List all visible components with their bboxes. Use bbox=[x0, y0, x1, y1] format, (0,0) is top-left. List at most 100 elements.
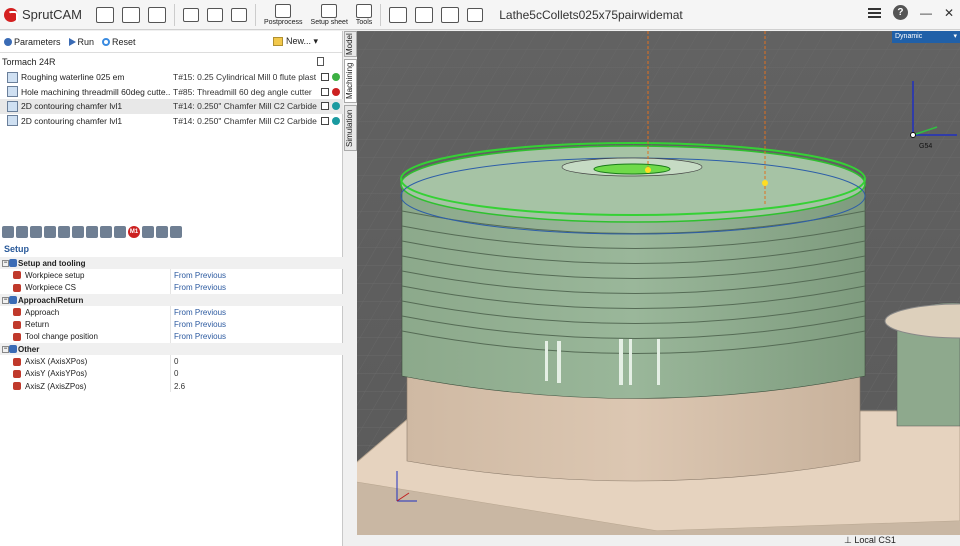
chart-icon bbox=[441, 6, 460, 23]
operation-row[interactable]: 2D contouring chamfer lvl1 T#14: 0.250" C… bbox=[0, 99, 343, 114]
feed-icon[interactable] bbox=[58, 226, 70, 238]
property-group[interactable]: − Other bbox=[0, 343, 343, 356]
gauge-icon[interactable] bbox=[114, 226, 126, 238]
property-group[interactable]: − Approach/Return bbox=[0, 293, 343, 307]
property-icon bbox=[13, 357, 21, 366]
property-name: AxisY (AxisYPos) bbox=[25, 369, 88, 379]
3d-viewport[interactable]: Dynamic ▾ G54 bbox=[357, 31, 960, 535]
postprocess-button[interactable]: Postprocess bbox=[264, 1, 303, 29]
status-indicator-icon bbox=[332, 102, 340, 111]
property-row[interactable]: Workpiece setup From Previous bbox=[0, 269, 343, 282]
property-icon bbox=[13, 382, 21, 391]
property-row[interactable]: Return From Previous bbox=[0, 318, 343, 331]
run-button[interactable]: Run bbox=[68, 37, 94, 47]
parameters-button[interactable]: Parameters bbox=[4, 37, 61, 47]
property-value[interactable]: 2.6 bbox=[174, 382, 185, 391]
close-icon[interactable]: ✕ bbox=[944, 6, 954, 20]
menu-icon[interactable] bbox=[867, 7, 881, 18]
property-row[interactable]: Approach From Previous bbox=[0, 306, 343, 319]
tool-tip-1 bbox=[645, 167, 651, 173]
property-row[interactable]: AxisX (AxisXPos) 0 bbox=[0, 355, 343, 368]
operations-list: Roughing waterline 025 em T#15: 0.25 Cyli… bbox=[0, 70, 343, 128]
operation-type-icon bbox=[7, 115, 18, 127]
collapse-icon[interactable]: − bbox=[2, 259, 9, 267]
setup-sheet-icon bbox=[321, 3, 338, 18]
operation-row[interactable]: Roughing waterline 025 em T#15: 0.25 Cyli… bbox=[0, 70, 343, 85]
property-value[interactable]: From Previous bbox=[174, 332, 226, 341]
fixture-icon[interactable] bbox=[142, 226, 154, 238]
property-value[interactable]: From Previous bbox=[174, 320, 226, 329]
property-value[interactable]: From Previous bbox=[174, 308, 226, 317]
tab-model[interactable]: Model bbox=[344, 31, 357, 57]
no-icon[interactable] bbox=[30, 226, 42, 238]
operation-type-icon bbox=[7, 100, 18, 112]
document-icon[interactable] bbox=[317, 57, 324, 66]
workpiece-icon[interactable] bbox=[16, 226, 28, 238]
operations-panel: Parameters Run Reset New... ▾ Tormach 24… bbox=[0, 31, 343, 546]
view-mode-dropdown[interactable]: Dynamic ▾ bbox=[892, 31, 960, 43]
new-operation-button[interactable]: New... ▾ bbox=[272, 36, 318, 47]
links-icon[interactable] bbox=[72, 226, 84, 238]
column-divider bbox=[170, 367, 171, 380]
status-indicator-icon bbox=[332, 73, 340, 82]
operation-checkbox[interactable] bbox=[321, 87, 329, 96]
operation-row[interactable]: Hole machining threadmill 60deg cutte...… bbox=[0, 85, 343, 100]
operation-name: 2D contouring chamfer lvl1 bbox=[21, 115, 123, 126]
stock-icon[interactable] bbox=[156, 226, 168, 238]
m1-icon[interactable]: M1 bbox=[128, 226, 140, 238]
new-file-button[interactable] bbox=[96, 1, 114, 29]
minimize-icon[interactable]: — bbox=[920, 6, 932, 20]
text-button[interactable] bbox=[467, 1, 484, 29]
collapse-icon[interactable]: − bbox=[2, 296, 9, 304]
save-file-icon bbox=[148, 6, 166, 23]
operation-row[interactable]: 2D contouring chamfer lvl1 T#14: 0.250" C… bbox=[0, 114, 343, 129]
machine-button[interactable] bbox=[183, 1, 199, 29]
operation-tool: T#14: 0.250" Chamfer Mill C2 Carbide bbox=[173, 101, 317, 112]
display-button[interactable] bbox=[389, 1, 408, 29]
property-row[interactable]: AxisZ (AxisZPos) 2.6 bbox=[0, 379, 343, 393]
strategy-icon[interactable] bbox=[44, 226, 56, 238]
property-row[interactable]: Workpiece CS From Previous bbox=[0, 281, 343, 294]
measure-button[interactable] bbox=[231, 1, 247, 29]
setup-icon[interactable] bbox=[2, 226, 14, 238]
open-file-button[interactable] bbox=[122, 1, 140, 29]
property-row[interactable]: Tool change position From Previous bbox=[0, 330, 343, 344]
property-icon bbox=[9, 345, 17, 354]
stages-icon[interactable] bbox=[100, 226, 112, 238]
save-file-button[interactable] bbox=[148, 1, 166, 29]
tool-holder-icon[interactable] bbox=[86, 226, 98, 238]
operation-checkbox[interactable] bbox=[321, 73, 329, 82]
tools-button[interactable]: Tools bbox=[356, 1, 372, 29]
part-top-face bbox=[400, 145, 866, 223]
tab-machining[interactable]: Machining bbox=[344, 59, 357, 103]
toolpath-button[interactable] bbox=[415, 1, 434, 29]
property-row[interactable]: AxisY (AxisYPos) 0 bbox=[0, 367, 343, 380]
property-value[interactable]: 0 bbox=[174, 369, 178, 378]
operation-checkbox[interactable] bbox=[321, 102, 329, 111]
property-group[interactable]: − Setup and tooling bbox=[0, 257, 343, 270]
reset-button[interactable]: Reset bbox=[102, 37, 136, 47]
simulation-icon[interactable] bbox=[170, 226, 182, 238]
operation-checkbox[interactable] bbox=[321, 116, 329, 125]
tool-tip-2 bbox=[762, 180, 768, 186]
setup-sheet-button[interactable]: Setup sheet bbox=[311, 1, 348, 29]
property-name: Approach/Return bbox=[18, 295, 84, 305]
property-value[interactable]: From Previous bbox=[174, 271, 226, 280]
new-folder-icon bbox=[272, 37, 283, 47]
tools-icon bbox=[356, 3, 373, 18]
property-icon bbox=[13, 332, 21, 341]
help-icon[interactable]: ? bbox=[892, 5, 908, 20]
property-value[interactable]: 0 bbox=[174, 357, 178, 366]
property-value[interactable]: From Previous bbox=[174, 283, 226, 292]
property-icon bbox=[13, 271, 21, 280]
toolbar-divider bbox=[380, 3, 382, 26]
property-icon bbox=[9, 259, 17, 268]
tool-button[interactable] bbox=[207, 1, 223, 29]
property-name: Return bbox=[25, 320, 50, 330]
tab-simulation[interactable]: Simulation bbox=[344, 105, 357, 151]
reset-icon bbox=[102, 38, 111, 47]
local-cs-status[interactable]: ⊥ Local CS1 bbox=[844, 535, 896, 546]
collapse-icon[interactable]: − bbox=[2, 345, 9, 353]
text-icon bbox=[467, 7, 484, 22]
chart-button[interactable] bbox=[441, 1, 460, 29]
